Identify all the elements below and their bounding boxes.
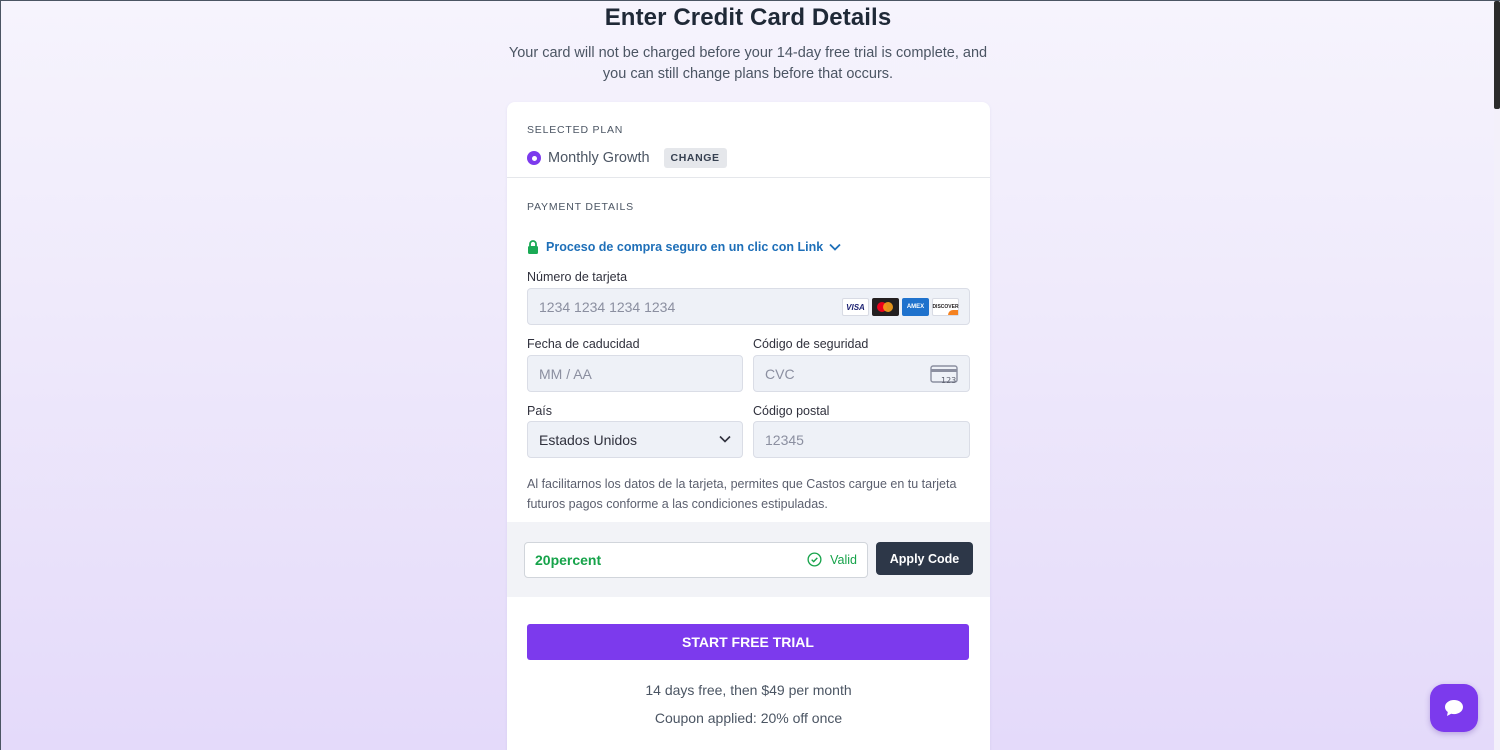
scrollbar-track[interactable]: [1494, 1, 1500, 750]
change-plan-button[interactable]: CHANGE: [663, 148, 727, 168]
apply-code-button[interactable]: Apply Code: [876, 542, 973, 575]
checkout-card: SELECTED PLAN Monthly Growth CHANGE PAYM…: [507, 102, 990, 750]
expiry-input[interactable]: MM / AA: [527, 355, 743, 392]
amex-icon: AMEX: [902, 298, 929, 316]
link-checkout-toggle[interactable]: Proceso de compra seguro en un clic con …: [527, 238, 848, 256]
coupon-code: 20percent: [535, 552, 602, 568]
country-select[interactable]: Estados Unidos: [527, 421, 743, 458]
coupon-valid-text: Valid: [830, 552, 857, 567]
chat-bubble-icon: [1445, 700, 1463, 716]
mastercard-icon: [872, 298, 899, 316]
card-brand-logos: VISA AMEX DISCOVER: [842, 298, 959, 316]
card-number-placeholder: 1234 1234 1234 1234: [539, 298, 676, 315]
expiry-label: Fecha de caducidad: [527, 337, 640, 351]
plan-name: Monthly Growth: [548, 150, 650, 166]
selected-plan-label: SELECTED PLAN: [527, 124, 624, 136]
cvc-label: Código de seguridad: [753, 337, 869, 351]
chevron-down-icon: [719, 435, 731, 443]
cvc-input[interactable]: CVC 123: [753, 355, 970, 392]
link-checkout-text: Proceso de compra seguro en un clic con …: [546, 240, 824, 254]
card-disclaimer: Al facilitarnos los datos de la tarjeta,…: [527, 477, 957, 511]
payment-details-label: PAYMENT DETAILS: [527, 201, 634, 213]
cvc-icon-text: 123: [941, 376, 956, 385]
country-label: País: [527, 404, 553, 418]
chat-widget-button[interactable]: [1430, 684, 1478, 732]
selected-plan-row: Monthly Growth CHANGE: [527, 147, 727, 169]
pricing-info: 14 days free, then $49 per month: [645, 682, 852, 698]
postal-code-placeholder: 12345: [765, 431, 804, 448]
card-number-label: Número de tarjeta: [527, 270, 628, 284]
card-number-input[interactable]: 1234 1234 1234 1234 VISA AMEX DISCOVER: [527, 288, 970, 325]
cvc-placeholder: CVC: [765, 365, 795, 382]
plan-radio-icon: [527, 151, 541, 165]
discover-icon: DISCOVER: [932, 298, 959, 316]
visa-icon: VISA: [842, 298, 869, 316]
coupon-valid-badge: Valid: [807, 552, 857, 567]
chevron-down-icon: [829, 243, 841, 251]
start-free-trial-button[interactable]: START FREE TRIAL: [527, 624, 969, 660]
coupon-applied-info: Coupon applied: 20% off once: [654, 710, 843, 726]
coupon-section: 20percent Valid Apply Code: [507, 522, 990, 597]
cvc-card-icon: 123: [930, 365, 958, 385]
country-value: Estados Unidos: [539, 431, 638, 448]
check-circle-icon: [807, 552, 822, 567]
page-subtitle: Your card will not be charged before you…: [508, 45, 988, 82]
postal-code-label: Código postal: [753, 404, 830, 418]
expiry-placeholder: MM / AA: [539, 365, 592, 382]
section-divider: [507, 177, 990, 178]
page-title: Enter Credit Card Details: [604, 4, 892, 31]
lock-icon: [528, 240, 538, 254]
postal-code-input[interactable]: 12345: [753, 421, 970, 458]
coupon-input[interactable]: 20percent Valid: [524, 542, 868, 578]
